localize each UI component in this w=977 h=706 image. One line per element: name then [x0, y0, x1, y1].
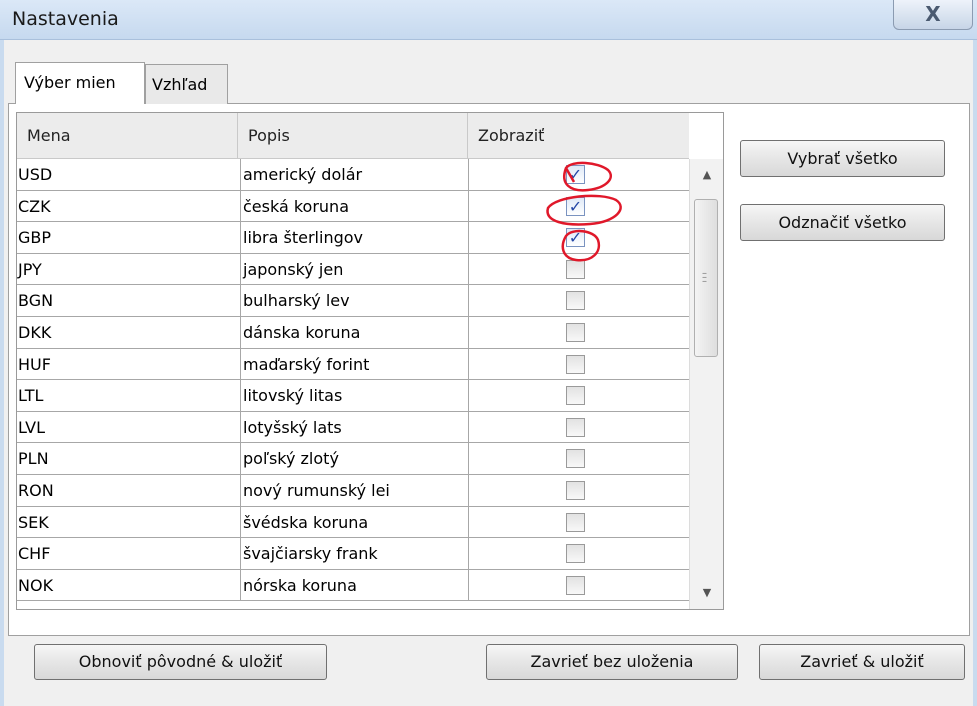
table-row[interactable]: CHF švajčiarsky frank	[17, 538, 689, 570]
currency-description: americký dolár	[240, 159, 468, 190]
table-row[interactable]: DKK dánska koruna	[17, 316, 689, 349]
currency-description: nórska koruna	[240, 569, 468, 601]
currency-description: švédska koruna	[240, 506, 468, 538]
show-checkbox[interactable]	[566, 480, 585, 500]
settings-dialog: Nastavenia X Výber mien Vzhľad Mena Popi…	[0, 0, 977, 706]
currency-description: česká koruna	[240, 190, 468, 222]
show-checkbox[interactable]	[566, 512, 585, 532]
table-row[interactable]: USD americký dolár ✓	[17, 159, 689, 191]
checkmark-icon: ✓	[568, 228, 583, 248]
show-checkbox[interactable]: ✓	[566, 228, 585, 248]
currency-code: SEK	[18, 512, 49, 532]
currency-description: bulharský lev	[240, 285, 468, 317]
currency-description: poľský zlotý	[240, 443, 468, 475]
currency-code: RON	[18, 480, 54, 500]
show-checkbox[interactable]	[566, 291, 585, 311]
show-cell	[468, 506, 689, 538]
show-cell	[468, 348, 689, 380]
tab-appearance[interactable]: Vzhľad	[145, 64, 228, 104]
currency-code: LVL	[18, 417, 46, 437]
currency-code: NOK	[18, 575, 54, 595]
show-cell	[468, 285, 689, 317]
table-row[interactable]: JPY japonský jen	[17, 253, 689, 286]
close-and-save-button[interactable]: Zavrieť & uložiť	[759, 644, 965, 680]
table-row[interactable]: NOK nórska koruna	[17, 569, 689, 602]
currency-description: maďarský forint	[240, 348, 468, 380]
show-checkbox[interactable]	[566, 354, 585, 374]
scroll-thumb[interactable]: – – –	[694, 199, 718, 357]
show-cell: ✓	[468, 190, 689, 222]
show-checkbox[interactable]	[566, 417, 585, 437]
show-checkbox[interactable]: ✓	[566, 165, 585, 184]
show-cell	[468, 443, 689, 475]
scroll-up-arrow-icon[interactable]: ▲	[690, 159, 723, 191]
currency-description: litovský litas	[240, 380, 468, 412]
currency-code: CZK	[18, 196, 51, 216]
close-without-saving-button[interactable]: Zavrieť bez uloženia	[486, 644, 738, 680]
currency-description: japonský jen	[240, 253, 468, 285]
show-cell	[468, 569, 689, 601]
tab-currency-selection[interactable]: Výber mien	[15, 62, 145, 104]
grid-header: Mena Popis Zobraziť	[17, 113, 689, 159]
deselect-all-button[interactable]: Odznačiť všetko	[740, 204, 945, 241]
table-row[interactable]: RON nový rumunský lei	[17, 474, 689, 507]
grip-icon: – – –	[702, 268, 707, 287]
table-row[interactable]: CZK česká koruna ✓	[17, 190, 689, 223]
currency-description: lotyšský lats	[240, 411, 468, 443]
vertical-scrollbar[interactable]: ▲ – – – ▼	[689, 159, 723, 609]
show-checkbox[interactable]	[566, 386, 585, 406]
show-checkbox[interactable]	[566, 322, 585, 342]
currency-code: USD	[18, 165, 53, 184]
column-header-show[interactable]: Zobraziť	[467, 113, 689, 159]
window-right-border	[973, 40, 977, 706]
show-checkbox[interactable]	[566, 449, 585, 469]
grid-rows: USD americký dolár ✓ CZK česká koruna ✓ GBP lib…	[17, 159, 689, 602]
currency-code: PLN	[18, 449, 49, 469]
show-cell	[468, 380, 689, 412]
currency-grid: Mena Popis Zobraziť USD americký dolár ✓ CZ…	[16, 112, 724, 610]
show-cell	[468, 474, 689, 506]
checkmark-icon: ✓	[568, 165, 583, 184]
currency-code: LTL	[18, 386, 44, 406]
currency-description: nový rumunský lei	[240, 474, 468, 506]
currency-code: DKK	[18, 322, 52, 342]
table-row[interactable]: HUF maďarský forint	[17, 348, 689, 381]
show-cell	[468, 538, 689, 570]
show-cell	[468, 316, 689, 348]
restore-defaults-save-button[interactable]: Obnoviť pôvodné & uložiť	[34, 644, 327, 680]
table-row[interactable]: BGN bulharský lev	[17, 285, 689, 317]
scroll-down-arrow-icon[interactable]: ▼	[690, 577, 723, 609]
currency-code: HUF	[18, 354, 51, 374]
show-checkbox[interactable]	[566, 575, 585, 595]
close-icon: X	[925, 2, 941, 26]
title-bar: Nastavenia X	[0, 0, 977, 40]
currency-code: GBP	[18, 228, 52, 248]
currency-description: švajčiarsky frank	[240, 538, 468, 570]
select-all-button[interactable]: Vybrať všetko	[740, 140, 945, 177]
checkmark-icon: ✓	[568, 196, 583, 216]
show-cell: ✓	[468, 222, 689, 254]
column-header-currency[interactable]: Mena	[17, 113, 237, 159]
table-row[interactable]: LVL lotyšský lats	[17, 411, 689, 444]
show-checkbox[interactable]	[566, 544, 585, 564]
currency-code: JPY	[18, 259, 42, 279]
column-header-description[interactable]: Popis	[237, 113, 467, 159]
window-left-border	[0, 40, 4, 706]
show-cell	[468, 253, 689, 285]
window-title: Nastavenia	[12, 8, 119, 30]
currency-code: BGN	[18, 291, 54, 311]
currency-code: CHF	[18, 544, 51, 564]
show-cell	[468, 411, 689, 443]
table-row[interactable]: SEK švédska koruna	[17, 506, 689, 539]
show-checkbox[interactable]: ✓	[566, 196, 585, 216]
show-cell: ✓	[468, 159, 689, 190]
table-row[interactable]: PLN poľský zlotý	[17, 443, 689, 475]
show-checkbox[interactable]	[566, 259, 585, 279]
currency-description: libra šterlingov	[240, 222, 468, 254]
currency-description: dánska koruna	[240, 316, 468, 348]
close-window-button[interactable]: X	[893, 0, 973, 30]
table-row[interactable]: GBP libra šterlingov ✓	[17, 222, 689, 254]
table-row[interactable]: LTL litovský litas	[17, 380, 689, 412]
